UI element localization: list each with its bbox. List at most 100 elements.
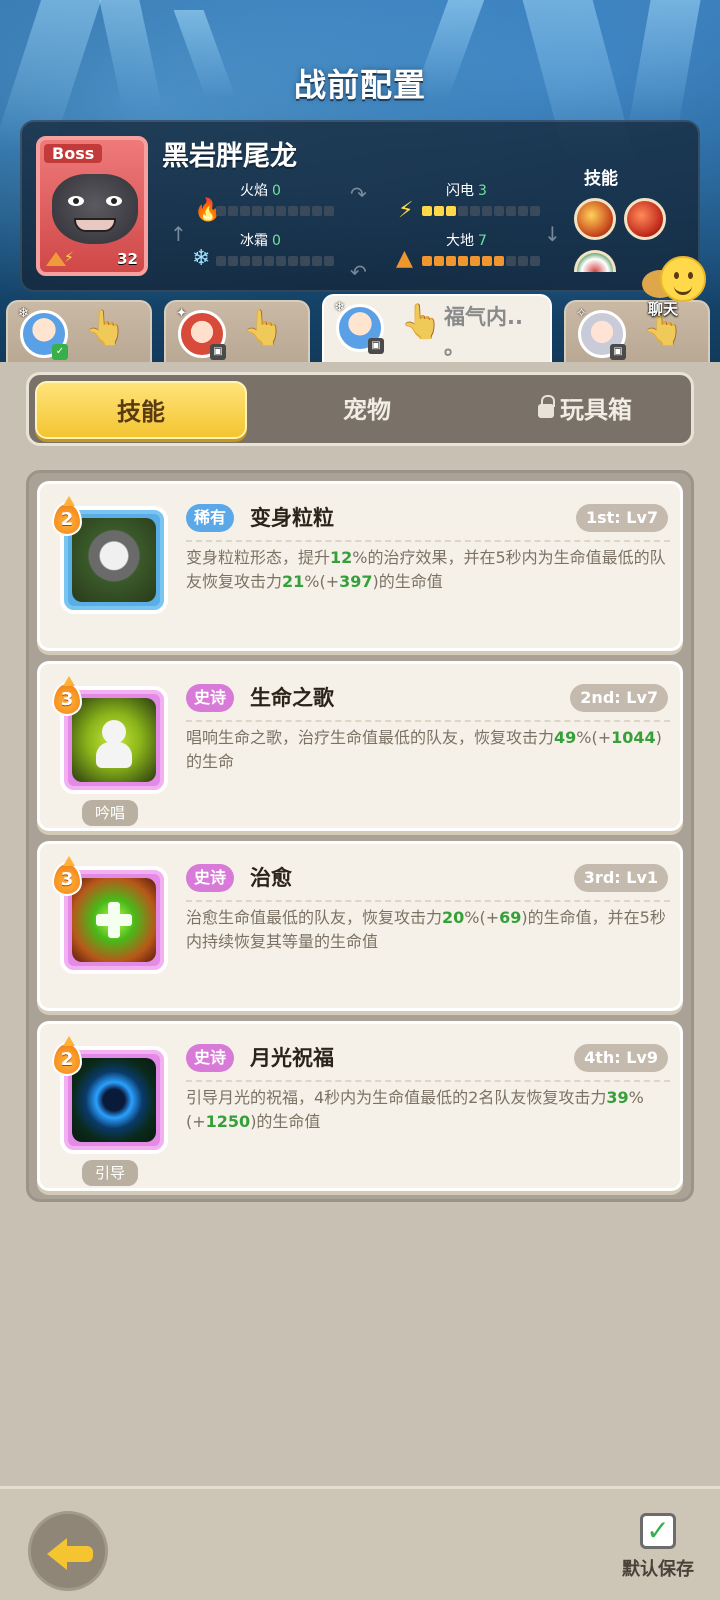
owl-skill-icon [72, 518, 156, 602]
desc-text: 变身粒粒形态，提升 [186, 548, 331, 567]
highlight-value: 69 [499, 908, 522, 927]
hero-tab-1[interactable]: ❄ ✓ 👆 [6, 300, 152, 362]
rarity-badge: 史诗 [186, 864, 235, 892]
fire-label: 火焰 [240, 183, 268, 199]
frost-label: 冰霜 [240, 233, 268, 249]
divider [186, 540, 670, 542]
skill-card[interactable]: 2 稀有 变身粒粒 1st: Lv7 变身粒粒形态，提升12%的治疗效果，并在5… [37, 481, 683, 651]
heal-cross-icon [72, 878, 156, 962]
boss-name: 黑岩胖尾龙 [162, 141, 297, 172]
bottom-bar: ✓ 默认保存 [0, 1486, 720, 1600]
hero-name: 福气内.. 。 [444, 305, 523, 359]
lightning-icon: ⚡ [398, 198, 414, 223]
default-save-checkbox[interactable]: ✓ [640, 1513, 676, 1549]
divider [186, 1080, 670, 1082]
highlight-value: 12 [330, 548, 353, 567]
vehicle-badge-icon: ▣ [610, 344, 626, 360]
desc-text: )的生命值 [250, 1112, 321, 1131]
frost-bar [216, 256, 334, 266]
slot-level-badge: 1st: Lv7 [575, 504, 668, 532]
mountain-icon: ▲ [396, 246, 413, 271]
desc-text: 唱响生命之歌，治疗生命值最低的队友，恢复攻击力 [186, 728, 555, 747]
frost-element-icon: ❄ [18, 306, 29, 321]
skill-name: 治愈 [250, 866, 292, 890]
cycle-arrow-icon: ↑ [170, 222, 187, 246]
category-tabs: 技能 宠物 玩具箱 [26, 372, 694, 446]
vehicle-badge-icon: ▣ [210, 344, 226, 360]
snowflake-icon: ❄ [192, 246, 211, 271]
singer-figure-icon [96, 720, 132, 768]
skill-card[interactable]: 3 史诗 治愈 3rd: Lv1 治愈生命值最低的队友，恢复攻击力20%(+69… [37, 841, 683, 1011]
boss-info-panel: Boss ⚡ 32 黑岩胖尾龙 火焰 0 🔥 闪电 3 ⚡ 冰霜 0 ❄ 大地 … [20, 120, 700, 292]
skill-description: 治愈生命值最低的队友，恢复攻击力20%(+69)的生命值，并在5秒内持续恢复其等… [186, 906, 674, 954]
pointing-hand-icon: 👆 [84, 308, 127, 348]
boss-portrait[interactable]: Boss ⚡ 32 [36, 136, 148, 276]
skill-description: 引导月光的祝福，4秒内为生命值最低的2名队友恢复攻击力39%(+1250)的生命… [186, 1086, 674, 1134]
frost-value: 0 [272, 233, 281, 249]
skill-card[interactable]: 3 吟唱 史诗 生命之歌 2nd: Lv7 唱响生命之歌，治疗生命值最低的队友，… [37, 661, 683, 831]
energy-cost-badge: 3 [52, 676, 82, 716]
highlight-value: 49 [554, 728, 577, 747]
fire-value: 0 [272, 183, 281, 199]
rarity-badge: 稀有 [186, 504, 235, 532]
default-save-label: 默认保存 [622, 1559, 694, 1580]
slot-level-badge: 2nd: Lv7 [570, 684, 668, 712]
skill-list: 2 稀有 变身粒粒 1st: Lv7 变身粒粒形态，提升12%的治疗效果，并在5… [26, 470, 694, 1202]
divider [186, 900, 670, 902]
song-skill-icon [72, 698, 156, 782]
lock-icon [538, 395, 555, 418]
rarity-badge: 史诗 [186, 1044, 235, 1072]
cast-type-tag: 吟唱 [82, 800, 138, 826]
lightning-value: 3 [478, 183, 487, 199]
moon-vortex-icon [72, 1058, 156, 1142]
skill-description: 变身粒粒形态，提升12%的治疗效果，并在5秒内为生命值最低的队友恢复攻击力21%… [186, 546, 674, 594]
fire-swirl-icon[interactable] [624, 198, 666, 240]
lightning-label: 闪电 [446, 183, 474, 199]
earth-value: 7 [478, 233, 487, 249]
cycle-arrow-icon: ↓ [544, 222, 561, 246]
skill-card[interactable]: 2 引导 史诗 月光祝福 4th: Lv9 引导月光的祝福，4秒内为生命值最低的… [37, 1021, 683, 1191]
highlight-value: 397 [339, 572, 373, 591]
boss-tag: Boss [44, 144, 103, 163]
skill-name: 变身粒粒 [250, 506, 334, 530]
skill-description: 唱响生命之歌，治疗生命值最低的队友，恢复攻击力49%(+1044)的生命 [186, 726, 674, 774]
highlight-value: 21 [282, 572, 305, 591]
fire-bar [216, 206, 334, 216]
energy-cost-badge: 3 [52, 856, 82, 896]
earth-label: 大地 [446, 233, 474, 249]
vehicle-badge-icon: ▣ [368, 338, 384, 354]
slot-level-badge: 4th: Lv9 [574, 1044, 668, 1072]
chat-button[interactable]: 聊天 [642, 256, 712, 326]
highlight-value: 39 [606, 1088, 629, 1107]
desc-text: %(+ [464, 908, 500, 927]
chat-label: 聊天 [648, 300, 679, 318]
highlight-value: 1044 [611, 728, 656, 747]
fire-vortex-icon[interactable] [574, 198, 616, 240]
tab-skills[interactable]: 技能 [35, 381, 247, 439]
earth-bar [422, 256, 540, 266]
back-button[interactable] [28, 1511, 108, 1591]
back-arrow-tail [65, 1546, 93, 1562]
frost-element-icon: ❄ [334, 300, 345, 315]
skill-name: 生命之歌 [250, 686, 334, 710]
earth-element-icon [46, 252, 66, 266]
tab-toybox-label: 玩具箱 [560, 396, 632, 424]
divider [186, 720, 670, 722]
desc-text: %(+ [576, 728, 612, 747]
back-arrow-icon [47, 1538, 67, 1570]
highlight-value: 1250 [205, 1112, 251, 1131]
fire-element-icon: ✦ [176, 306, 187, 321]
rarity-badge: 史诗 [186, 684, 235, 712]
tab-toybox[interactable]: 玩具箱 [479, 381, 691, 439]
cycle-arrow-icon: ↶ [350, 260, 367, 284]
hero-tab-2[interactable]: ✦ ▣ 👆 [164, 300, 310, 362]
desc-text: )的生命值 [372, 572, 443, 591]
dragon-face-icon [52, 174, 138, 244]
page-title: 战前配置 [293, 66, 426, 104]
hero-tab-3[interactable]: ❄ ▣ 👆 福气内.. 。 [322, 294, 552, 362]
shield-icon[interactable] [574, 250, 616, 272]
cycle-arrow-icon: ↷ [350, 182, 367, 206]
desc-text: 治愈生命值最低的队友，恢复攻击力 [186, 908, 443, 927]
pointing-hand-icon: 👆 [400, 302, 443, 342]
tab-pets[interactable]: 宠物 [261, 381, 473, 439]
